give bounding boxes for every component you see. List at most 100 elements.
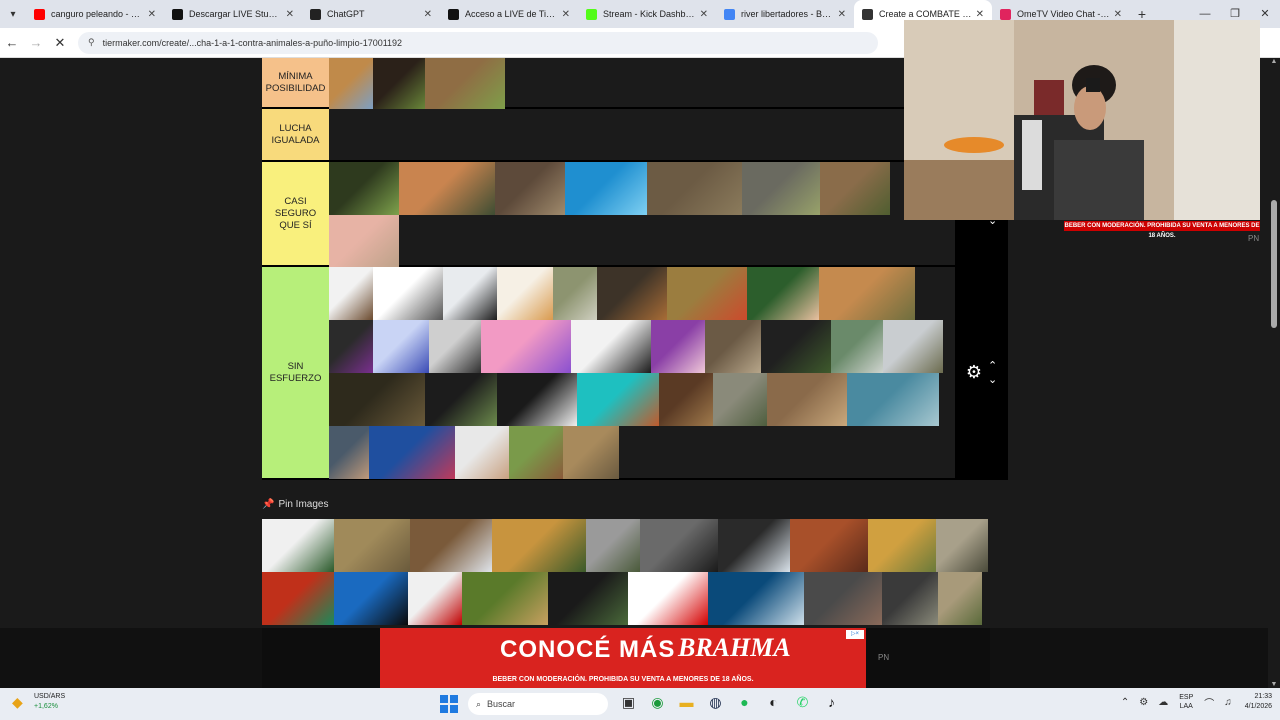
- move-tier-down-icon[interactable]: ⌄: [988, 373, 997, 387]
- tier-item-lion[interactable]: [868, 519, 936, 572]
- tier-label[interactable]: LUCHA IGUALADA: [262, 109, 329, 160]
- tier-item-pig[interactable]: [329, 215, 399, 268]
- clock[interactable]: 21:33 4/1/2026: [1245, 692, 1272, 712]
- tier-item-monkey[interactable]: [462, 572, 548, 625]
- tier-item-majin-buu[interactable]: [481, 320, 571, 373]
- tier-item-proboscis-monkey[interactable]: [819, 267, 915, 320]
- tab-close-icon[interactable]: ✕: [976, 9, 984, 20]
- address-bar[interactable]: ⚲ tiermaker.com/create/...cha-1-a-1-cont…: [78, 31, 878, 54]
- tier-item-child[interactable]: [455, 426, 509, 479]
- tab-close-icon[interactable]: ✕: [700, 9, 708, 20]
- tier-item-hamster[interactable]: [497, 267, 553, 320]
- pin-images-toggle[interactable]: 📌 Pin Images: [262, 499, 328, 510]
- tier-item-ostrich[interactable]: [718, 519, 790, 572]
- taskbar-search[interactable]: ⌕ Buscar: [468, 693, 608, 715]
- tab-close-icon[interactable]: ✕: [148, 9, 156, 20]
- tier-item-hawk[interactable]: [410, 519, 492, 572]
- file-explorer-icon[interactable]: ▬: [672, 694, 701, 711]
- tier-label[interactable]: SIN ESFUERZO: [262, 267, 329, 478]
- tier-item-anime-girl[interactable]: [373, 320, 429, 373]
- tier-item-bird-nest[interactable]: [705, 320, 761, 373]
- tier-item-dolphin[interactable]: [565, 162, 647, 215]
- tier-item-raccoon[interactable]: [640, 519, 718, 572]
- tray-chevron-icon[interactable]: ⌃: [1121, 697, 1129, 708]
- tier-item-sea-lion[interactable]: [804, 572, 882, 625]
- steam-icon[interactable]: ◍: [701, 694, 730, 711]
- tier-items[interactable]: [329, 267, 955, 479]
- tier-item-panda[interactable]: [262, 519, 334, 572]
- tier-item-scorpion[interactable]: [571, 320, 651, 373]
- obs-icon[interactable]: ◐: [759, 694, 788, 711]
- stop-loading-icon[interactable]: ✕: [48, 35, 72, 51]
- tier-item-hyena[interactable]: [563, 426, 619, 479]
- tier-item-squid[interactable]: [369, 426, 455, 479]
- tiktok-icon[interactable]: ♪: [817, 694, 846, 711]
- tab-search-icon[interactable]: ▾: [0, 0, 26, 28]
- task-view-icon[interactable]: ▣: [614, 694, 643, 711]
- tier-item-lynx[interactable]: [936, 519, 988, 572]
- tier-item-boy[interactable]: [329, 426, 369, 479]
- tier-item-goose[interactable]: [553, 267, 597, 320]
- tier-item-cats[interactable]: [373, 267, 443, 320]
- tier-item-streamer-peru-2[interactable]: [628, 572, 708, 625]
- site-info-icon[interactable]: ⚲: [88, 37, 95, 48]
- tier-item-dog[interactable]: [425, 58, 505, 111]
- forward-icon[interactable]: →: [24, 35, 48, 50]
- tier-item-kangaroo[interactable]: [329, 58, 373, 111]
- spotify-icon[interactable]: ●: [730, 694, 759, 711]
- tray-app-icon[interactable]: ⚙: [1139, 697, 1148, 708]
- tier-item-manta-ray[interactable]: [708, 572, 804, 625]
- scroll-thumb[interactable]: [1271, 200, 1277, 328]
- tier-item-shoebill[interactable]: [831, 320, 883, 373]
- tier-item-chihuahua[interactable]: [329, 267, 373, 320]
- tier-item-rooster[interactable]: [667, 267, 747, 320]
- ad-choices-icon[interactable]: ▷×: [846, 630, 864, 639]
- browser-tab[interactable]: Acceso a LIVE de TikTok ✕: [440, 0, 578, 28]
- tier-item-cat[interactable]: [399, 162, 495, 215]
- tier-item-frog[interactable]: [329, 373, 425, 426]
- tier-item-koala[interactable]: [586, 519, 640, 572]
- tier-item-rottweiler[interactable]: [373, 58, 425, 111]
- windows-start-icon[interactable]: [440, 695, 458, 713]
- tier-item-beaver[interactable]: [659, 373, 713, 426]
- tab-close-icon[interactable]: ✕: [1114, 9, 1122, 20]
- tier-item-pelican[interactable]: [883, 320, 943, 373]
- tier-item-skunk[interactable]: [497, 373, 577, 426]
- tab-close-icon[interactable]: ✕: [838, 9, 846, 20]
- chrome-icon[interactable]: ◉: [643, 694, 672, 711]
- tier-item-vulture[interactable]: [425, 373, 497, 426]
- tier-item-walrus[interactable]: [495, 162, 565, 215]
- brahma-ad-banner[interactable]: CONOCÉ MÁS BRAHMA BEBER CON MODERACIÓN. …: [380, 628, 866, 688]
- browser-tab[interactable]: river libertadores - Buscar ✕: [716, 0, 854, 28]
- tray-cloud-icon[interactable]: ☁: [1158, 697, 1168, 708]
- network-icon[interactable]: ⌒: [1204, 695, 1214, 710]
- tier-item-platypus[interactable]: [882, 572, 938, 625]
- scroll-down-icon[interactable]: ▼: [1268, 681, 1280, 688]
- tier-item-bats[interactable]: [761, 320, 831, 373]
- tier-item-komodo-dragon[interactable]: [647, 162, 742, 215]
- tier-label[interactable]: CASI SEGURO QUE SÍ: [262, 162, 329, 265]
- tier-item-squirrel[interactable]: [713, 373, 767, 426]
- tier-item-penguin[interactable]: [443, 267, 497, 320]
- scroll-up-icon[interactable]: ▲: [1268, 58, 1280, 65]
- tier-item-mantis-shrimp[interactable]: [262, 572, 334, 625]
- tier-item-goat[interactable]: [509, 426, 563, 479]
- whatsapp-icon[interactable]: ✆: [788, 694, 817, 711]
- tier-item-streamer-peru[interactable]: [408, 572, 462, 625]
- tier-item-jaguar[interactable]: [492, 519, 586, 572]
- move-tier-up-icon[interactable]: ⌃: [988, 359, 997, 373]
- back-icon[interactable]: ←: [0, 35, 24, 50]
- browser-tab[interactable]: Descargar LIVE Studio | TikTok ✕: [164, 0, 302, 28]
- tab-close-icon[interactable]: ✕: [562, 9, 570, 20]
- language-indicator[interactable]: ESP LAA: [1179, 693, 1193, 711]
- volume-icon[interactable]: ♫: [1224, 697, 1232, 708]
- tier-item-woman[interactable]: [651, 320, 705, 373]
- tier-item-armadillo[interactable]: [767, 373, 847, 426]
- tier-item-donkey[interactable]: [742, 162, 820, 215]
- page-scrollbar[interactable]: ▲ ▼: [1268, 58, 1280, 688]
- tier-item-manatee[interactable]: [847, 373, 939, 426]
- tier-settings-gear-icon[interactable]: ⚙: [966, 362, 982, 383]
- tier-item-orangutan[interactable]: [790, 519, 868, 572]
- tier-label[interactable]: MÍNIMA POSIBILIDAD: [262, 58, 329, 107]
- tier-item-kid-meme[interactable]: [747, 267, 819, 320]
